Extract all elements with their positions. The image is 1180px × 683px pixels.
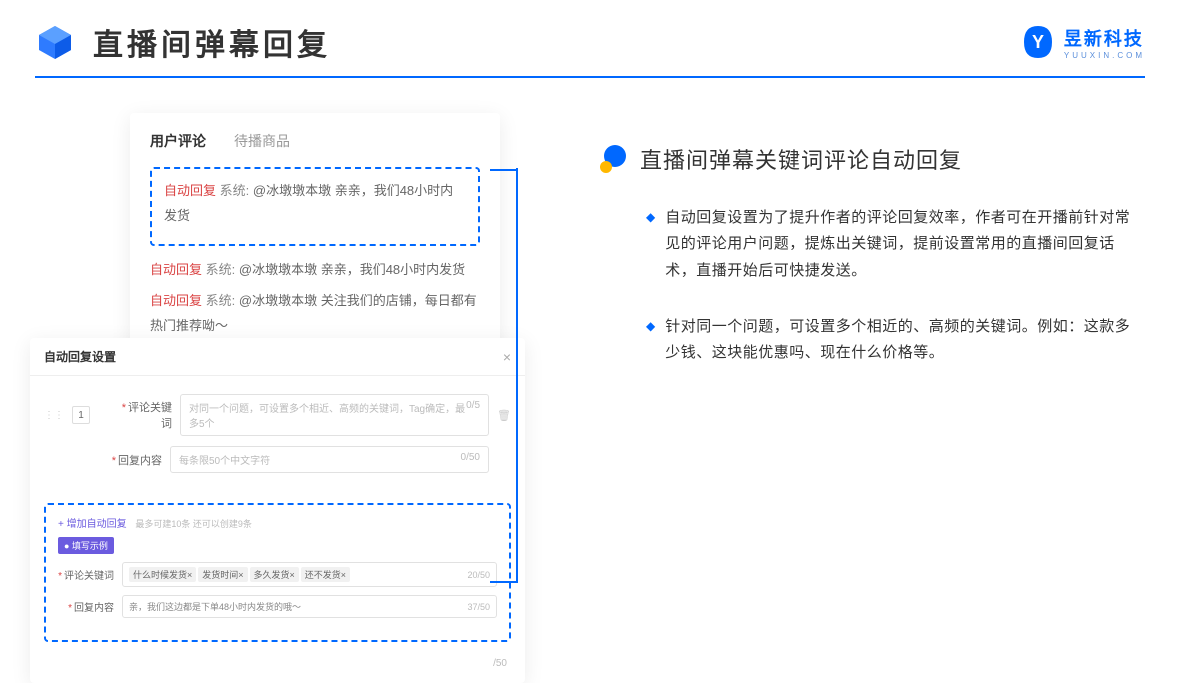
system-label: 系统: (206, 293, 236, 308)
content-label: *回复内容 (106, 452, 162, 468)
keyword-tag[interactable]: 发货时间× (198, 567, 247, 582)
example-keyword-row: *评论关键词 什么时候发货× 发货时间× 多久发货× 还不发货× 20/50 (58, 562, 497, 587)
diamond-icon: ◆ (646, 314, 655, 367)
close-icon[interactable]: × (503, 349, 511, 365)
section-heading: 直播间弹幕关键词评论自动回复 (600, 143, 1145, 175)
bullet-text: 自动回复设置为了提升作者的评论回复效率，作者可在开播前针对常见的评论用户问题，提… (665, 205, 1145, 284)
connector-line (516, 168, 518, 583)
content-counter: 0/50 (461, 452, 480, 467)
highlighted-comment: 自动回复 系统: @冰墩墩本墩 亲亲，我们48小时内发货 (150, 167, 480, 246)
description-panel: 直播间弹幕关键词评论自动回复 ◆ 自动回复设置为了提升作者的评论回复效率，作者可… (600, 113, 1145, 396)
brand-logo-icon: Y (1020, 24, 1056, 60)
bullet-item: ◆ 自动回复设置为了提升作者的评论回复效率，作者可在开播前针对常见的评论用户问题… (646, 205, 1145, 284)
tab-user-comments[interactable]: 用户评论 (150, 131, 206, 155)
system-label: 系统: (206, 262, 236, 277)
brand-name: 昱新科技 (1064, 25, 1145, 51)
keyword-tag[interactable]: 还不发货× (301, 567, 350, 582)
ex-content-input[interactable]: 亲，我们这边都是下单48小时内发货的哦～ 37/50 (122, 595, 497, 618)
brand-url: YUUXIN.COM (1064, 51, 1145, 60)
tab-pending-goods[interactable]: 待播商品 (234, 131, 290, 155)
comment-row: 自动回复 系统: @冰墩墩本墩 亲亲，我们48小时内发货 (164, 179, 466, 228)
bullet-text: 针对同一个问题，可设置多个相近的、高频的关键词。例如：这款多少钱、这块能优惠吗、… (665, 314, 1145, 367)
keyword-input[interactable]: 对同一个问题，可设置多个相近、高频的关键词，Tag确定，最多5个 0/5 (180, 394, 489, 436)
settings-card: 自动回复设置 × ⋮⋮ 1 *评论关键词 对同一个问题，可设置多个相近、高频的关… (30, 338, 525, 683)
bullet-list: ◆ 自动回复设置为了提升作者的评论回复效率，作者可在开播前针对常见的评论用户问题… (600, 205, 1145, 366)
ex-keyword-label: *评论关键词 (58, 567, 114, 582)
ex-keyword-input[interactable]: 什么时候发货× 发货时间× 多久发货× 还不发货× 20/50 (122, 562, 497, 587)
outer-counter: /50 (30, 658, 525, 683)
svg-text:Y: Y (1032, 32, 1044, 52)
comments-card: 用户评论 待播商品 自动回复 系统: @冰墩墩本墩 亲亲，我们48小时内发货 自… (130, 113, 500, 374)
ex-tag-list: 什么时候发货× 发货时间× 多久发货× 还不发货× (129, 567, 350, 582)
keyword-counter: 0/5 (466, 400, 480, 430)
comment-row: 自动回复 系统: @冰墩墩本墩 亲亲，我们48小时内发货 (150, 258, 480, 283)
screenshot-composite: 用户评论 待播商品 自动回复 系统: @冰墩墩本墩 亲亲，我们48小时内发货 自… (30, 113, 560, 396)
bubble-icon (600, 145, 628, 173)
page-title: 直播间弹幕回复 (93, 20, 331, 64)
page-header: 直播间弹幕回复 Y 昱新科技 YUUXIN.COM (0, 0, 1180, 64)
connector-line (490, 169, 518, 171)
keyword-label: *评论关键词 (116, 399, 172, 431)
bullet-item: ◆ 针对同一个问题，可设置多个相近的、高频的关键词。例如：这款多少钱、这块能优惠… (646, 314, 1145, 367)
example-content-row: *回复内容 亲，我们这边都是下单48小时内发货的哦～ 37/50 (58, 595, 497, 618)
content-input[interactable]: 每条限50个中文字符 0/50 (170, 446, 489, 473)
drag-handle-icon[interactable]: ⋮⋮ (44, 410, 64, 421)
trash-icon[interactable]: 🗑 (497, 409, 511, 422)
cube-icon (35, 22, 75, 62)
ex-content-label: *回复内容 (58, 599, 114, 614)
add-note: 最多可建10条 还可以创建9条 (135, 519, 252, 529)
rule-number: 1 (72, 406, 90, 424)
keyword-form-row: ⋮⋮ 1 *评论关键词 对同一个问题，可设置多个相近、高频的关键词，Tag确定，… (44, 394, 511, 436)
connector-line (490, 581, 518, 583)
comment-text: @冰墩墩本墩 亲亲，我们48小时内发货 (239, 262, 465, 277)
brand-logo: Y 昱新科技 YUUXIN.COM (1020, 24, 1145, 60)
auto-reply-tag: 自动回复 (150, 293, 202, 308)
auto-reply-tag: 自动回复 (164, 183, 216, 198)
auto-reply-tag: 自动回复 (150, 262, 202, 277)
ex-content-counter: 37/50 (467, 602, 490, 612)
example-badge: ● 填写示例 (58, 537, 114, 554)
system-label: 系统: (220, 183, 250, 198)
settings-title: 自动回复设置 (44, 348, 116, 365)
comments-tabs: 用户评论 待播商品 (150, 131, 480, 155)
add-auto-reply-link[interactable]: + 增加自动回复 最多可建10条 还可以创建9条 (58, 515, 497, 530)
diamond-icon: ◆ (646, 205, 655, 284)
section-title: 直播间弹幕关键词评论自动回复 (640, 143, 962, 175)
example-box: + 增加自动回复 最多可建10条 还可以创建9条 ● 填写示例 *评论关键词 什… (44, 503, 511, 642)
content-form-row: *回复内容 每条限50个中文字符 0/50 (44, 446, 511, 473)
keyword-tag[interactable]: 多久发货× (250, 567, 299, 582)
comment-row: 自动回复 系统: @冰墩墩本墩 关注我们的店铺，每日都有热门推荐呦～ (150, 289, 480, 338)
keyword-tag[interactable]: 什么时候发货× (129, 567, 196, 582)
ex-keyword-counter: 20/50 (467, 570, 490, 580)
settings-header: 自动回复设置 × (30, 338, 525, 376)
